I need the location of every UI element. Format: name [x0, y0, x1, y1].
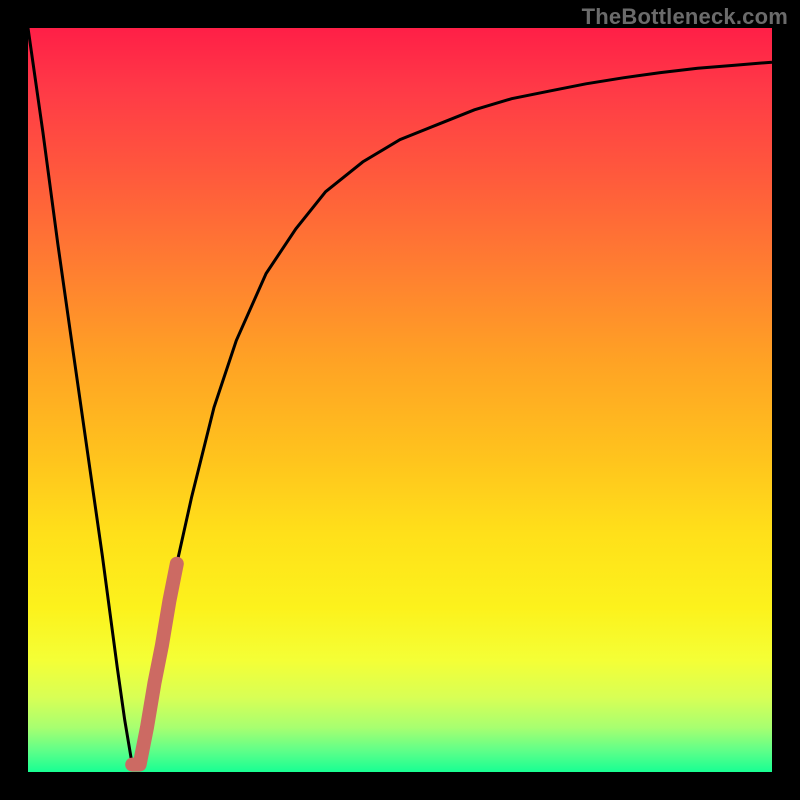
highlight-segment [132, 564, 177, 765]
plot-area [28, 28, 772, 772]
watermark-text: TheBottleneck.com [582, 4, 788, 30]
main-curve [28, 28, 772, 765]
chart-frame: TheBottleneck.com [0, 0, 800, 800]
curve-svg [28, 28, 772, 772]
